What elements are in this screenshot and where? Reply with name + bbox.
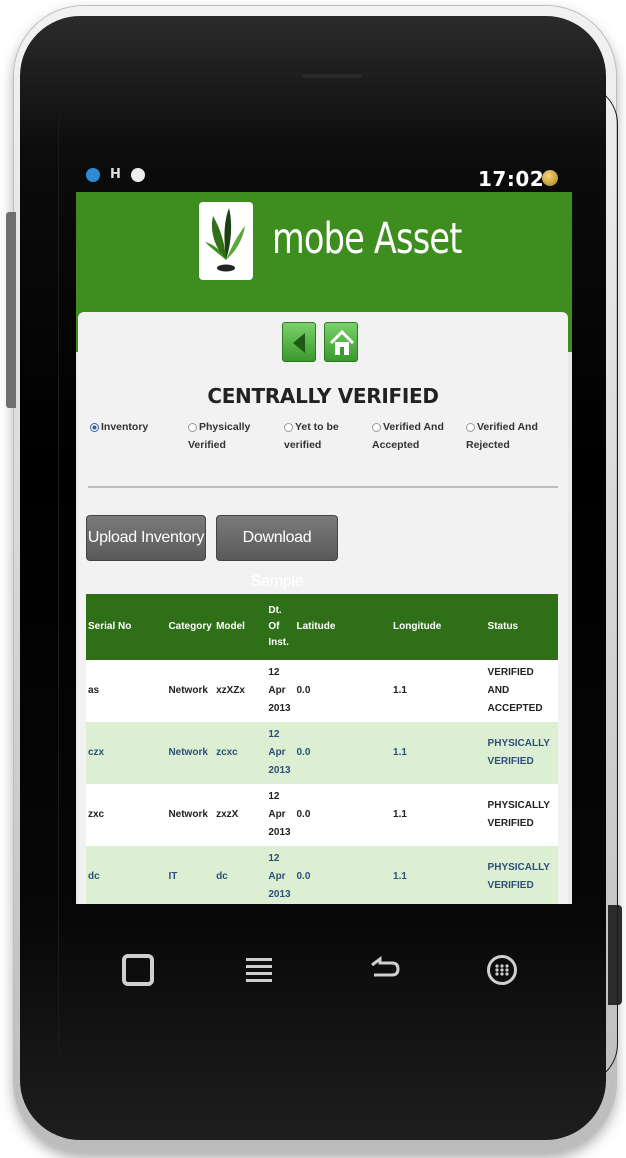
filter-physically-verified[interactable]: Physically Verified xyxy=(188,418,258,454)
app-drawer-icon[interactable] xyxy=(487,955,517,985)
column-header[interactable]: Latitude xyxy=(294,594,392,660)
cell-serial: dc xyxy=(86,846,167,904)
cell-model: xzXZx xyxy=(214,660,267,722)
filter-verified-accepted[interactable]: Verified And Accepted xyxy=(372,418,456,454)
status-time: 17:02 xyxy=(478,167,545,191)
radio-button[interactable] xyxy=(466,422,475,432)
content-card: CENTRALLY VERIFIED Inventory Physically … xyxy=(78,312,568,904)
app-logo xyxy=(199,202,253,280)
cell-model: zcxc xyxy=(214,722,267,784)
filter-inventory[interactable]: Inventory xyxy=(90,418,148,436)
table-row[interactable]: as Network xzXZx 12 Apr 2013 0.0 1.1 VER… xyxy=(86,660,558,722)
column-header[interactable]: Longitude xyxy=(391,594,486,660)
status-bar: H 17:02 xyxy=(76,164,572,192)
cell-date: 12 Apr 2013 xyxy=(266,660,295,722)
column-header[interactable]: Model xyxy=(214,594,267,660)
cell-date: 12 Apr 2013 xyxy=(266,722,295,784)
filter-label: Verified And Rejected xyxy=(466,421,538,451)
globe-icon xyxy=(86,168,100,182)
cell-longitude: 1.1 xyxy=(391,784,486,846)
cell-serial: czx xyxy=(86,722,167,784)
filter-label: Verified And Accepted xyxy=(372,421,444,451)
table-header-row: Serial No Category Model Dt. Of Inst. La… xyxy=(86,594,558,660)
volume-button[interactable] xyxy=(6,212,16,408)
radio-button[interactable] xyxy=(188,422,197,432)
cell-latitude: 0.0 xyxy=(294,784,392,846)
app-title: mobe Asset xyxy=(272,214,462,264)
filter-verified-rejected[interactable]: Verified And Rejected xyxy=(466,418,554,454)
table-row[interactable]: zxc Network zxzX 12 Apr 2013 0.0 1.1 PHY… xyxy=(86,784,558,846)
cell-serial: zxc xyxy=(86,784,167,846)
cell-longitude: 1.1 xyxy=(391,660,486,722)
upload-inventory-button[interactable]: Upload Inventory xyxy=(86,515,206,561)
menu-icon[interactable] xyxy=(246,958,272,998)
cell-longitude: 1.1 xyxy=(391,722,486,784)
status-filter-group: Inventory Physically Verified Yet to be … xyxy=(88,418,568,462)
radio-button[interactable] xyxy=(90,422,99,432)
table-row[interactable]: czx Network zcxc 12 Apr 2013 0.0 1.1 PHY… xyxy=(86,722,558,784)
app-screen: mobe Asset CENTRALLY VERIFIED Inventory … xyxy=(76,192,572,904)
cell-latitude: 0.0 xyxy=(294,660,392,722)
radio-button[interactable] xyxy=(372,422,381,432)
cell-date: 12 Apr 2013 xyxy=(266,846,295,904)
page-title: CENTRALLY VERIFIED xyxy=(207,384,439,408)
recent-apps-icon[interactable] xyxy=(122,954,154,986)
column-header[interactable]: Serial No xyxy=(86,594,167,660)
cell-model: dc xyxy=(214,846,267,904)
back-icon[interactable] xyxy=(366,954,402,994)
home-icon xyxy=(329,329,355,355)
cell-category: Network xyxy=(166,784,215,846)
cell-category: Network xyxy=(166,722,215,784)
radio-button[interactable] xyxy=(284,422,293,432)
cell-model: zxzX xyxy=(214,784,267,846)
download-sample-button[interactable]: Download Sample xyxy=(216,515,338,590)
cell-latitude: 0.0 xyxy=(294,722,392,784)
cell-status: PHYSICALLY VERIFIED xyxy=(485,722,558,784)
filter-yet-to-be-verified[interactable]: Yet to be verified xyxy=(284,418,348,454)
cell-longitude: 1.1 xyxy=(391,846,486,904)
asset-table: Serial No Category Model Dt. Of Inst. La… xyxy=(86,594,558,904)
cell-status: PHYSICALLY VERIFIED xyxy=(485,784,558,846)
column-header[interactable]: Category xyxy=(166,594,215,660)
notification-icon xyxy=(130,168,145,182)
filter-label: Inventory xyxy=(101,421,149,433)
column-header[interactable]: Status xyxy=(485,594,558,660)
column-header[interactable]: Dt. Of Inst. xyxy=(266,594,295,660)
cell-category: Network xyxy=(166,660,215,722)
cell-status: VERIFIED AND ACCEPTED xyxy=(485,660,558,722)
battery-icon xyxy=(542,170,558,186)
divider xyxy=(88,486,558,488)
cell-serial: as xyxy=(86,660,167,722)
h-signal-icon: H xyxy=(110,167,121,182)
cell-category: IT xyxy=(166,846,215,904)
cell-status: PHYSICALLY VERIFIED xyxy=(485,846,558,904)
back-arrow-icon xyxy=(293,333,305,353)
back-button[interactable] xyxy=(282,322,316,362)
filter-label: Physically Verified xyxy=(188,421,251,451)
speaker-grille xyxy=(302,74,362,78)
cell-latitude: 0.0 xyxy=(294,846,392,904)
table-row[interactable]: dc IT dc 12 Apr 2013 0.0 1.1 PHYSICALLY … xyxy=(86,846,558,904)
home-button[interactable] xyxy=(324,322,358,362)
cell-date: 12 Apr 2013 xyxy=(266,784,295,846)
